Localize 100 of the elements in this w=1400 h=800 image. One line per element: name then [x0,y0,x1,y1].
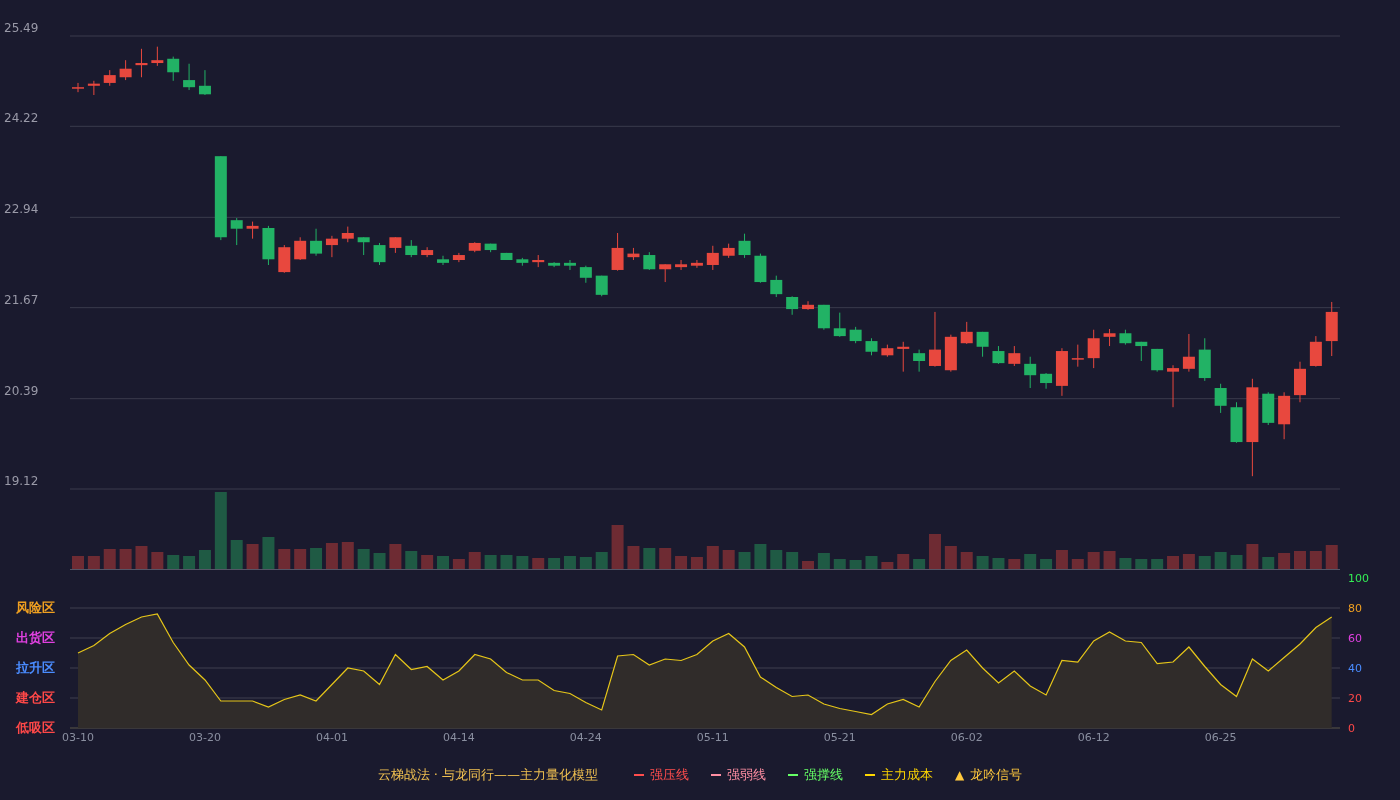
candlestick [437,255,449,266]
candlestick [389,236,402,254]
axis-label: 03-20 [189,731,221,744]
volume-bar [1055,550,1068,570]
zone-label: 拉升区 [16,660,55,676]
candlestick [1309,335,1322,368]
volume-bar [1214,552,1227,570]
candlestick [294,236,307,261]
candlestick [992,345,1005,365]
candlestick [960,321,973,345]
axis-label: 19.12 [4,474,39,488]
axis-label: 22.94 [4,202,39,217]
candlestick [563,259,576,271]
volume-bar [595,552,608,570]
candlestick [135,48,148,78]
candlestick [643,251,656,271]
volume-bar [929,534,941,570]
volume-bar [1151,559,1164,570]
volume-bar [452,559,465,570]
candlestick [1119,329,1132,346]
candlestick [1055,347,1068,397]
axis-label: 20.39 [4,383,39,398]
volume-bar [437,556,449,570]
candlestick [706,245,719,271]
volume-bar [1071,559,1084,570]
candlestick [119,59,132,81]
legend-label[interactable]: 强撑线 [804,766,844,784]
volume-bar [659,548,672,570]
volume-bar [913,559,926,570]
axis-label: 0 [1348,722,1355,735]
volume-bar [72,556,84,570]
triangle-icon: ▲ [955,768,965,782]
legend-title: 云梯战法 · 与龙同行——主力量化模型 [377,766,599,784]
zone-label: 风险区 [16,600,55,616]
volume-bar [1119,558,1132,570]
candlestick [1040,372,1053,390]
volume-bar [341,542,354,570]
axis-label: 40 [1348,662,1362,675]
volume-bar [357,549,370,570]
volume-bar [1182,554,1195,570]
axis-label: 100 [1348,572,1369,585]
candlestick [1198,337,1211,382]
volume-bar [1024,554,1037,570]
volume-bar [151,552,164,570]
axis-label: 06-02 [950,731,983,744]
volume-bar [389,544,402,570]
axis-label: 04-24 [569,731,602,744]
volume-bar [833,559,846,570]
volume-bar [770,550,783,570]
volume-bar [548,558,561,570]
volume-bar [294,549,307,570]
volume-bar [1087,552,1100,570]
volume-bar [706,546,719,570]
volume-bar [563,556,576,570]
axis-label: 04-14 [442,731,475,744]
candlestick [341,226,354,243]
volume-bar [1325,545,1338,570]
legend-label[interactable]: 主力成本 [881,766,934,784]
candlestick [754,253,767,284]
volume-bar [849,560,862,570]
candlestick [1278,391,1291,440]
zone-label: 建仓区 [16,690,55,706]
candlestick [579,265,592,284]
candlestick [262,225,275,266]
candlestick [1214,383,1227,414]
candlestick [929,311,941,368]
volume-bar [119,549,132,570]
candlestick [1262,391,1275,426]
volume-bar [246,544,259,570]
candlestick [1230,401,1243,444]
legend-label[interactable]: 强弱线 [727,766,767,784]
candlestick [278,244,291,274]
candlestick [897,341,910,373]
candlestick [484,243,497,253]
candlestick [802,300,814,311]
candlestick [1103,328,1116,347]
candlestick [310,228,323,257]
candlestick [87,80,100,96]
candlestick [532,254,545,268]
volume-bar [786,552,799,570]
volume-bar [310,548,323,570]
volume-bar [865,556,878,570]
volume-bar [960,552,973,570]
candlestick [881,344,894,358]
volume-bar [87,556,100,570]
candlestick [865,337,878,356]
volume-bar [976,556,989,570]
axis-label: 05-11 [696,731,729,744]
candlestick [1294,361,1306,403]
volume-bar [881,562,894,570]
candlestick [817,304,830,331]
legend-label[interactable]: 强压线 [650,766,690,784]
volume-bar [1008,559,1021,570]
candlestick [1135,341,1148,362]
volume-bar [992,558,1005,570]
legend-label[interactable]: 龙吟信号 [970,766,1023,784]
candlestick [976,331,989,358]
volume-bar [722,550,735,570]
volume-bar [643,548,656,570]
axis-label: 80 [1348,602,1362,615]
